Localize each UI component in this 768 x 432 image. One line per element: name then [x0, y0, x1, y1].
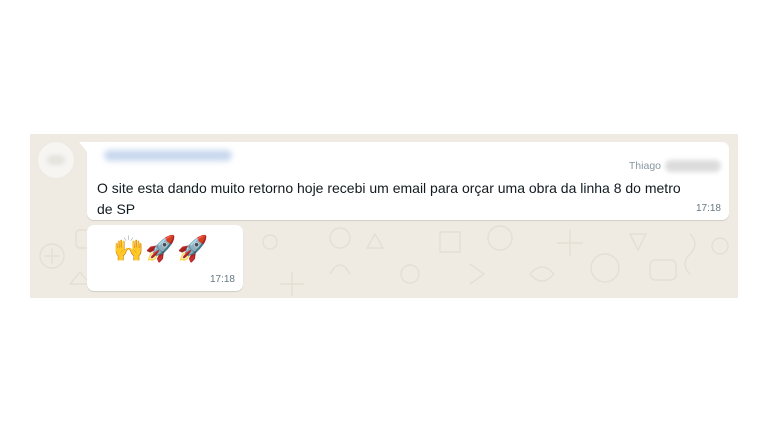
- contact-avatar-icon[interactable]: [38, 142, 74, 178]
- sender-name[interactable]: Thiago: [629, 160, 661, 172]
- emoji-message-bubble[interactable]: 🙌🚀🚀 17:18: [87, 225, 243, 291]
- message-bubble[interactable]: Thiago O site esta dando muito retorno h…: [79, 142, 729, 220]
- message-time: 17:18: [209, 274, 235, 285]
- sender-redacted: [104, 150, 232, 161]
- message-text: O site esta dando muito retorno hoje rec…: [97, 180, 681, 217]
- message-time: 17:18: [695, 203, 721, 214]
- page: Thiago O site esta dando muito retorno h…: [0, 0, 768, 432]
- bubble-tail: [79, 142, 87, 152]
- avatar-blur: [47, 155, 65, 165]
- sender-phone-redacted: [665, 160, 721, 172]
- emoji-message: 🙌🚀🚀: [113, 235, 210, 263]
- chat-area: Thiago O site esta dando muito retorno h…: [30, 134, 738, 298]
